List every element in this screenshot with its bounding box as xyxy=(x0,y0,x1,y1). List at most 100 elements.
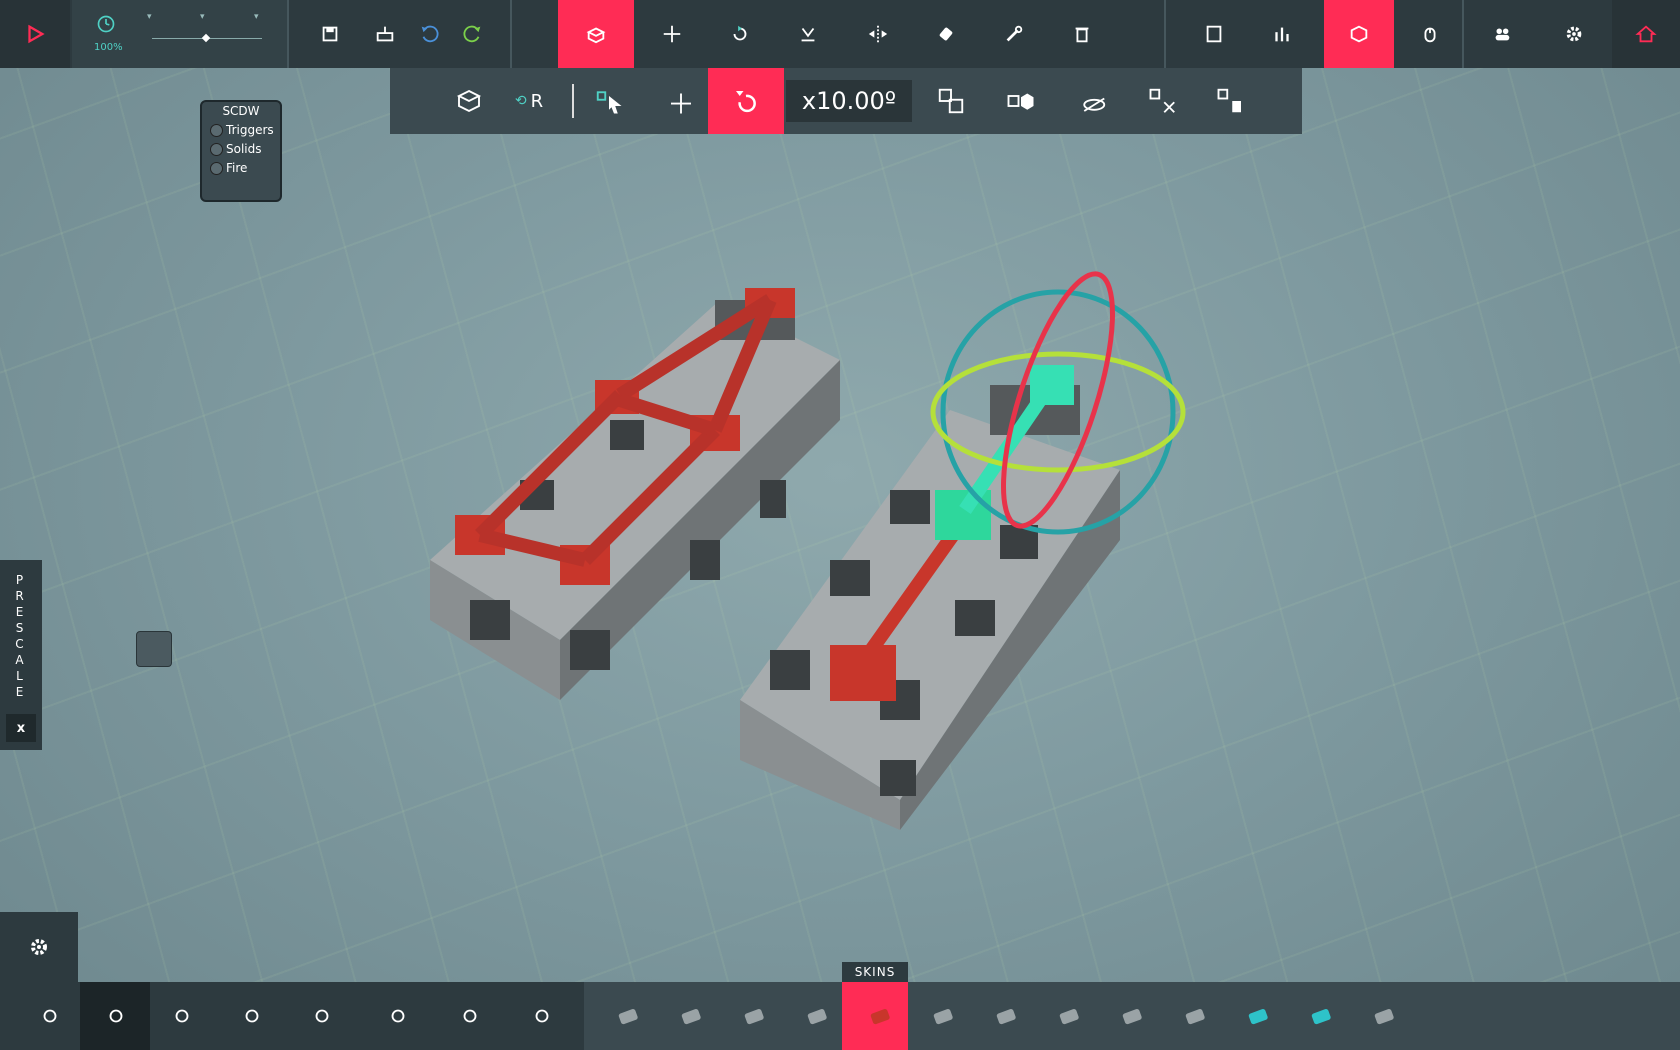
spike-icon xyxy=(996,1009,1016,1025)
turret-button[interactable] xyxy=(1041,982,1097,1050)
eraser-button[interactable] xyxy=(914,0,978,68)
slider-knob[interactable] xyxy=(201,33,211,43)
deselect-button[interactable] xyxy=(1138,68,1188,134)
translate-button[interactable] xyxy=(640,0,704,68)
divider xyxy=(1164,0,1166,68)
home-icon xyxy=(1635,25,1657,43)
clock-icon xyxy=(97,15,115,33)
magnifier-icon xyxy=(535,1009,549,1023)
single-view-button[interactable] xyxy=(1182,0,1246,68)
plank-icon xyxy=(1122,1009,1142,1025)
triggers-toggle[interactable]: Triggers xyxy=(210,123,280,137)
long-block-icon xyxy=(744,1009,764,1025)
hide-button[interactable] xyxy=(1068,68,1118,134)
undo-button[interactable] xyxy=(404,0,454,68)
move-mode-button[interactable] xyxy=(656,68,706,134)
redo-icon xyxy=(463,25,481,43)
snap-ground-icon xyxy=(801,27,815,42)
mirror-icon xyxy=(868,25,888,43)
delete-button[interactable] xyxy=(1050,0,1114,68)
cube-category-button[interactable] xyxy=(86,982,146,1050)
toggle-dot[interactable] xyxy=(210,142,223,156)
balloon-button[interactable] xyxy=(1293,982,1349,1050)
multiplayer-button[interactable] xyxy=(1470,0,1534,68)
grid-block-button[interactable] xyxy=(1167,982,1223,1050)
fire-toggle[interactable]: Fire xyxy=(210,161,280,175)
rotate-mode-icon xyxy=(736,91,756,113)
magnifier-category-button[interactable] xyxy=(512,982,572,1050)
prescale-panel[interactable]: PRESCALE x xyxy=(0,560,42,750)
delete-selection-button[interactable] xyxy=(1206,68,1256,134)
rotate-button[interactable] xyxy=(708,0,772,68)
propeller-category-button[interactable] xyxy=(368,982,428,1050)
redo-button[interactable] xyxy=(448,0,498,68)
plank-button[interactable] xyxy=(1104,982,1160,1050)
angle-step-field[interactable]: x10.00º xyxy=(786,80,912,122)
hand-category-button[interactable] xyxy=(222,982,282,1050)
time-scale-value: 100% xyxy=(94,42,123,53)
shield-category-button[interactable] xyxy=(440,982,500,1050)
block-view-button[interactable] xyxy=(1324,0,1394,68)
tick-mark: ▾ xyxy=(200,12,205,22)
divider xyxy=(572,84,574,118)
time-scale-slider[interactable]: 100% ▾ ▾ ▾ xyxy=(72,0,287,68)
local-space-button[interactable] xyxy=(444,68,494,134)
block-settings-button[interactable] xyxy=(0,912,78,982)
record-icon xyxy=(43,1009,57,1023)
brace-button[interactable] xyxy=(789,982,845,1050)
balloon-icon xyxy=(1311,1009,1331,1025)
home-button[interactable] xyxy=(1612,0,1680,68)
solids-toggle[interactable]: Solids xyxy=(210,142,280,156)
brace-icon xyxy=(807,1009,827,1025)
wrench-icon xyxy=(1006,25,1023,42)
toggle-dot[interactable] xyxy=(210,161,223,175)
prescale-close-button[interactable]: x xyxy=(6,714,36,742)
left-machine[interactable] xyxy=(430,288,840,700)
snap-ground-button[interactable] xyxy=(776,0,840,68)
translate-icon xyxy=(663,25,681,43)
small-block-button[interactable] xyxy=(600,982,656,1050)
toggle-dot[interactable] xyxy=(210,123,223,137)
reset-rotation-button[interactable]: ⟲ R xyxy=(504,68,554,134)
pin-button[interactable] xyxy=(1230,982,1286,1050)
red-bar-icon xyxy=(870,1009,890,1025)
anchor-button[interactable] xyxy=(1356,982,1412,1050)
solid-view-button[interactable] xyxy=(996,68,1046,134)
long-block-button[interactable] xyxy=(726,982,782,1050)
rotate-mode-button[interactable] xyxy=(708,68,784,134)
wrench-button[interactable] xyxy=(982,0,1046,68)
settings-button[interactable] xyxy=(1542,0,1606,68)
duplicate-button[interactable] xyxy=(926,68,976,134)
record-category-button[interactable] xyxy=(20,982,80,1050)
gear-settings-icon xyxy=(31,939,47,955)
toggle-label: Solids xyxy=(226,142,262,156)
build-tool-button[interactable] xyxy=(558,0,634,68)
pinned-block-button[interactable] xyxy=(136,631,172,667)
mouse-mode-button[interactable] xyxy=(1398,0,1462,68)
close-icon xyxy=(1149,88,1175,113)
double-block-button[interactable] xyxy=(663,982,719,1050)
mirror-button[interactable] xyxy=(846,0,910,68)
build-tool-icon xyxy=(586,27,606,44)
multiplayer-icon xyxy=(1495,28,1510,41)
stats-button[interactable] xyxy=(1250,0,1314,68)
skins-tab[interactable]: SKINS xyxy=(842,962,908,982)
pin-icon xyxy=(1248,1009,1268,1025)
red-bar-button[interactable] xyxy=(852,982,908,1050)
wheel-category-button[interactable] xyxy=(152,982,212,1050)
spike-button[interactable] xyxy=(978,982,1034,1050)
hammer-block-button[interactable] xyxy=(915,982,971,1050)
toggle-label: Triggers xyxy=(226,123,274,137)
cube-icon xyxy=(109,1009,123,1023)
trash-icon xyxy=(1217,88,1241,113)
stats-icon xyxy=(1275,27,1289,42)
load-button[interactable] xyxy=(360,0,410,68)
save-button[interactable] xyxy=(305,0,355,68)
reset-icon: ⟲ xyxy=(514,93,527,109)
divider xyxy=(1462,0,1464,68)
hand-icon xyxy=(245,1009,259,1023)
sword-category-button[interactable] xyxy=(292,982,352,1050)
lock-select-button[interactable] xyxy=(584,68,634,134)
play-button[interactable] xyxy=(0,0,70,68)
single-view-icon xyxy=(1206,25,1222,43)
